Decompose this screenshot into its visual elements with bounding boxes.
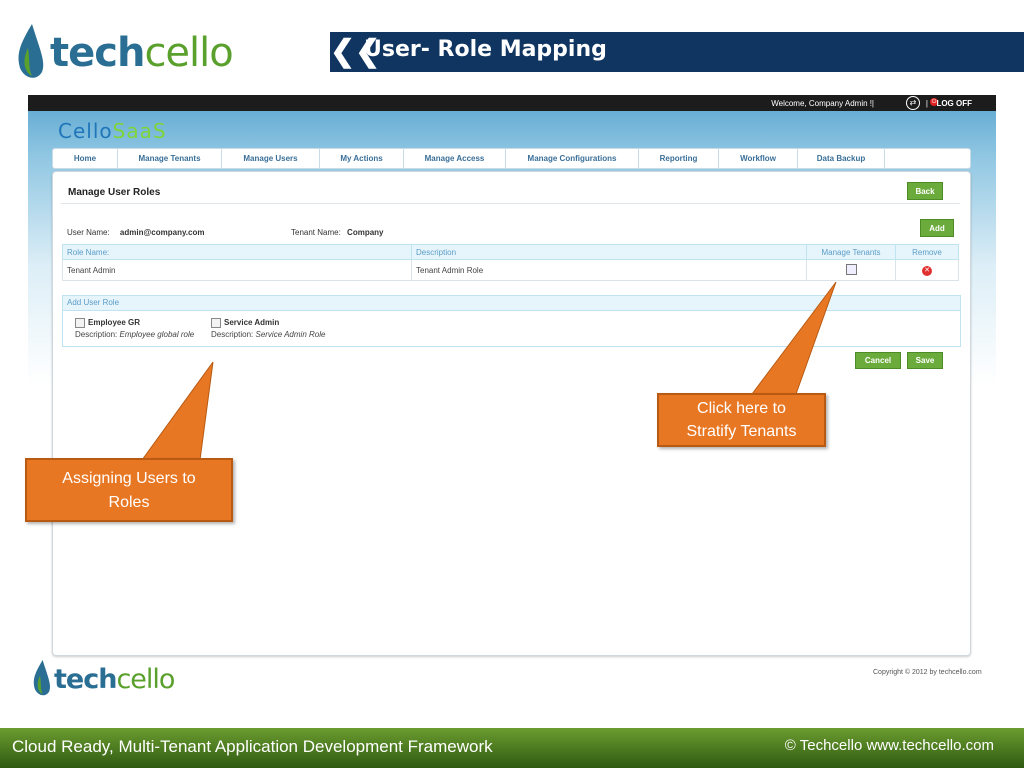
footer-copyright: © Techcello www.techcello.com (784, 737, 994, 754)
callout-pointers (141, 281, 837, 461)
slide-footer: Cloud Ready, Multi-Tenant Application De… (0, 728, 1024, 768)
assign-users-callout: Assigning Users to Roles (25, 458, 233, 522)
assign-callout-text: Assigning Users to Roles (62, 470, 196, 511)
logo-cello-text: cello (116, 663, 175, 695)
techcello-logo-small: techcello (32, 660, 175, 698)
flame-icon (33, 660, 51, 696)
logo-tech-text: tech (54, 663, 117, 695)
assign-pointer (141, 361, 214, 461)
stratify-pointer (751, 281, 837, 395)
footer-tagline: Cloud Ready, Multi-Tenant Application De… (12, 737, 493, 756)
stratify-callout-text: Click here to Stratify Tenants (686, 400, 797, 440)
app-copyright: Copyright © 2012 by techcello.com (873, 669, 982, 676)
stratify-tenants-callout: Click here to Stratify Tenants (657, 393, 826, 447)
